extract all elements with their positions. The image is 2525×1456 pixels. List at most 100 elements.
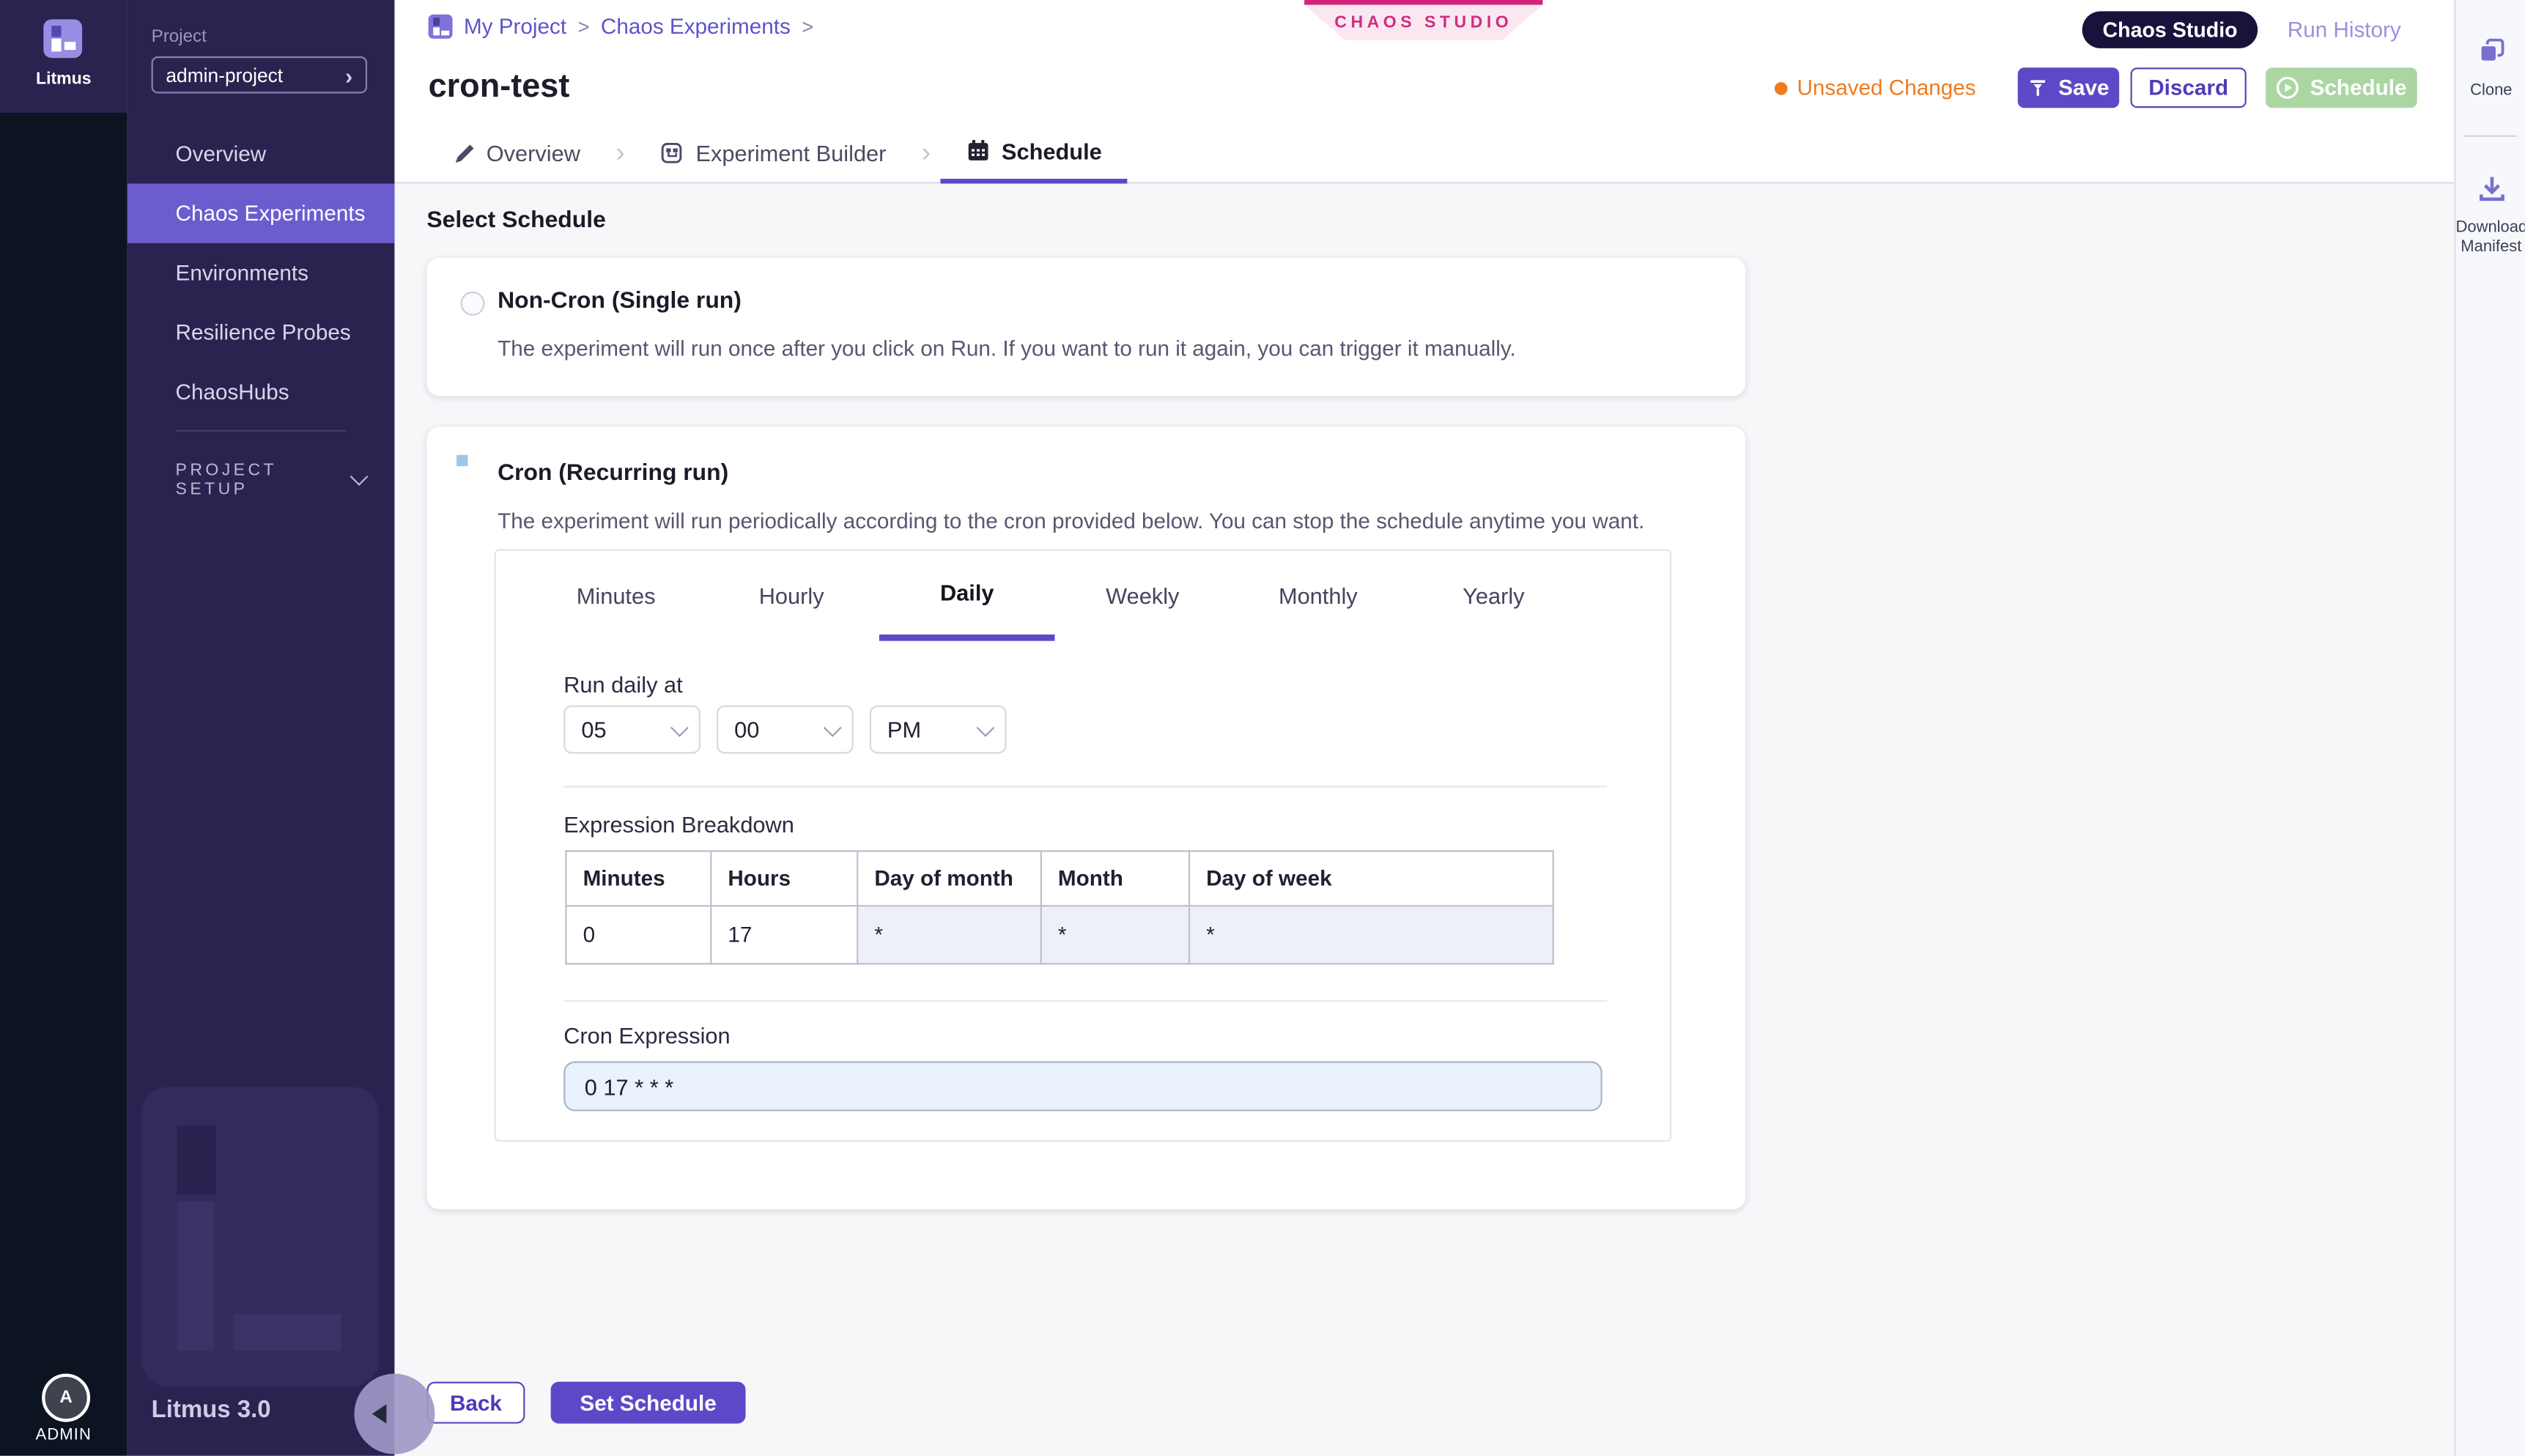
non-cron-option-card[interactable]: Non-Cron (Single run) The experiment wil… [426, 258, 1745, 396]
chaos-studio-ribbon-bar [1304, 0, 1542, 5]
chevron-down-icon [670, 718, 689, 736]
select-schedule-heading: Select Schedule [426, 208, 605, 234]
back-button[interactable]: Back [426, 1382, 525, 1424]
tab-overview[interactable]: Overview [429, 122, 607, 184]
clone-icon [2476, 35, 2507, 66]
cron-tab-daily[interactable]: Daily [879, 551, 1055, 641]
project-label: Project [152, 27, 207, 46]
download-manifest-button[interactable]: Download Manifest [2455, 174, 2525, 256]
tab-separator: › [912, 122, 941, 184]
cron-description: The experiment will run periodically acc… [498, 509, 1644, 533]
right-toolbar: Clone Download Manifest [2454, 0, 2525, 1456]
tab-schedule[interactable]: Schedule [940, 122, 1127, 184]
chevron-down-icon [350, 468, 369, 486]
col-day-of-month: Day of month [857, 851, 1041, 906]
unsaved-changes-status: Unsaved Changes [1775, 75, 1976, 100]
breadcrumb-separator: > [577, 15, 589, 38]
logo-label: Litmus [0, 70, 127, 89]
cell-minutes: 0 [566, 906, 711, 964]
cron-tab-monthly[interactable]: Monthly [1230, 551, 1406, 641]
time-selects: 05 00 PM [563, 706, 1006, 754]
run-history-link[interactable]: Run History [2288, 18, 2401, 42]
sidebar-item-overview[interactable]: Overview [127, 124, 395, 183]
clone-button[interactable]: Clone [2455, 35, 2525, 100]
cron-frequency-tabs: Minutes Hourly Daily Weekly Monthly Year… [528, 551, 1581, 641]
hour-select[interactable]: 05 [563, 706, 700, 754]
view-switcher: Chaos Studio Run History [2082, 11, 2401, 48]
tab-separator: › [606, 122, 635, 184]
sidebar: Project admin-project › Overview Chaos E… [127, 0, 395, 1456]
chaos-studio-pill[interactable]: Chaos Studio [2082, 11, 2258, 48]
col-minutes: Minutes [566, 851, 711, 906]
pin-icon [2027, 77, 2049, 98]
toolbar-divider [2463, 136, 2517, 137]
header-actions: Unsaved Changes Save Discard Schedule [1775, 67, 2417, 108]
col-hours: Hours [711, 851, 857, 906]
project-name: admin-project [166, 64, 345, 86]
page-title: cron-test [429, 67, 570, 106]
project-setup-toggle[interactable]: PROJECT SETUP [176, 461, 366, 500]
avatar-label: ADMIN [0, 1427, 127, 1444]
table-header-row: Minutes Hours Day of month Month Day of … [566, 851, 1553, 906]
chevron-down-icon [824, 718, 842, 736]
cron-tab-yearly[interactable]: Yearly [1406, 551, 1582, 641]
set-schedule-button[interactable]: Set Schedule [551, 1382, 746, 1424]
save-button[interactable]: Save [2018, 67, 2119, 108]
breadcrumb-chaos-experiments[interactable]: Chaos Experiments [601, 15, 791, 39]
cron-option-card[interactable]: Cron (Recurring run) The experiment will… [426, 426, 1745, 1209]
pencil-icon [454, 142, 476, 163]
unsaved-dot-icon [1775, 81, 1788, 95]
cron-expression-label: Cron Expression [563, 1023, 730, 1049]
cron-tab-minutes[interactable]: Minutes [528, 551, 704, 641]
top-bar: CHAOS STUDIO My Project > Chaos Experime… [394, 0, 2454, 184]
download-icon [2476, 174, 2507, 204]
breakdown-label: Expression Breakdown [563, 812, 794, 838]
avatar[interactable]: A [42, 1374, 90, 1422]
cron-title: Cron (Recurring run) [498, 461, 728, 487]
col-month: Month [1041, 851, 1189, 906]
breadcrumb-logo-icon [429, 15, 453, 39]
sidebar-item-chaoshubs[interactable]: ChaosHubs [127, 362, 395, 421]
chevron-right-icon: › [345, 64, 352, 86]
workflow-tabs: Overview › Experiment Builder › [429, 122, 1128, 184]
version-label: Litmus 3.0 [152, 1396, 271, 1423]
builder-icon [660, 141, 684, 165]
expression-breakdown-table: Minutes Hours Day of month Month Day of … [565, 850, 1553, 964]
run-daily-label: Run daily at [563, 671, 682, 697]
sidebar-collapse-button[interactable] [354, 1374, 435, 1455]
litmus-logo-icon[interactable] [43, 19, 82, 58]
chevron-down-icon [977, 718, 995, 736]
cell-day-of-week: * [1189, 906, 1553, 964]
schedule-button-disabled[interactable]: Schedule [2266, 67, 2417, 108]
litmus-watermark [141, 1087, 378, 1386]
sidebar-item-resilience-probes[interactable]: Resilience Probes [127, 303, 395, 362]
play-circle-icon [2276, 75, 2300, 100]
table-row: 0 17 * * * [566, 906, 1553, 964]
rail-logo-section: Litmus [0, 0, 127, 113]
breadcrumb-my-project[interactable]: My Project [464, 15, 566, 39]
project-selector[interactable]: admin-project › [152, 56, 367, 94]
non-cron-title: Non-Cron (Single run) [498, 288, 742, 314]
sidebar-item-environments[interactable]: Environments [127, 243, 395, 303]
cron-expression-input[interactable] [563, 1061, 1602, 1111]
chaos-studio-ribbon: CHAOS STUDIO [1304, 5, 1542, 40]
discard-button[interactable]: Discard [2131, 67, 2247, 108]
nav-divider [176, 430, 347, 432]
divider [563, 786, 1607, 787]
cell-hours: 17 [711, 906, 857, 964]
minute-select[interactable]: 00 [717, 706, 854, 754]
cron-tab-weekly[interactable]: Weekly [1054, 551, 1230, 641]
cron-tab-hourly[interactable]: Hourly [703, 551, 879, 641]
tab-experiment-builder[interactable]: Experiment Builder [635, 122, 912, 184]
breadcrumb-separator: > [802, 15, 813, 38]
non-cron-radio[interactable] [461, 292, 485, 316]
cell-month: * [1041, 906, 1189, 964]
nav-items: Overview Chaos Experiments Environments … [127, 124, 395, 422]
col-day-of-week: Day of week [1189, 851, 1553, 906]
divider [563, 1000, 1607, 1002]
sidebar-item-chaos-experiments[interactable]: Chaos Experiments [127, 184, 395, 243]
calendar-icon [966, 138, 991, 163]
meridiem-select[interactable]: PM [870, 706, 1007, 754]
app-root: Litmus A ADMIN Project admin-project › O… [0, 0, 2525, 1456]
breadcrumb: My Project > Chaos Experiments > [429, 15, 814, 39]
